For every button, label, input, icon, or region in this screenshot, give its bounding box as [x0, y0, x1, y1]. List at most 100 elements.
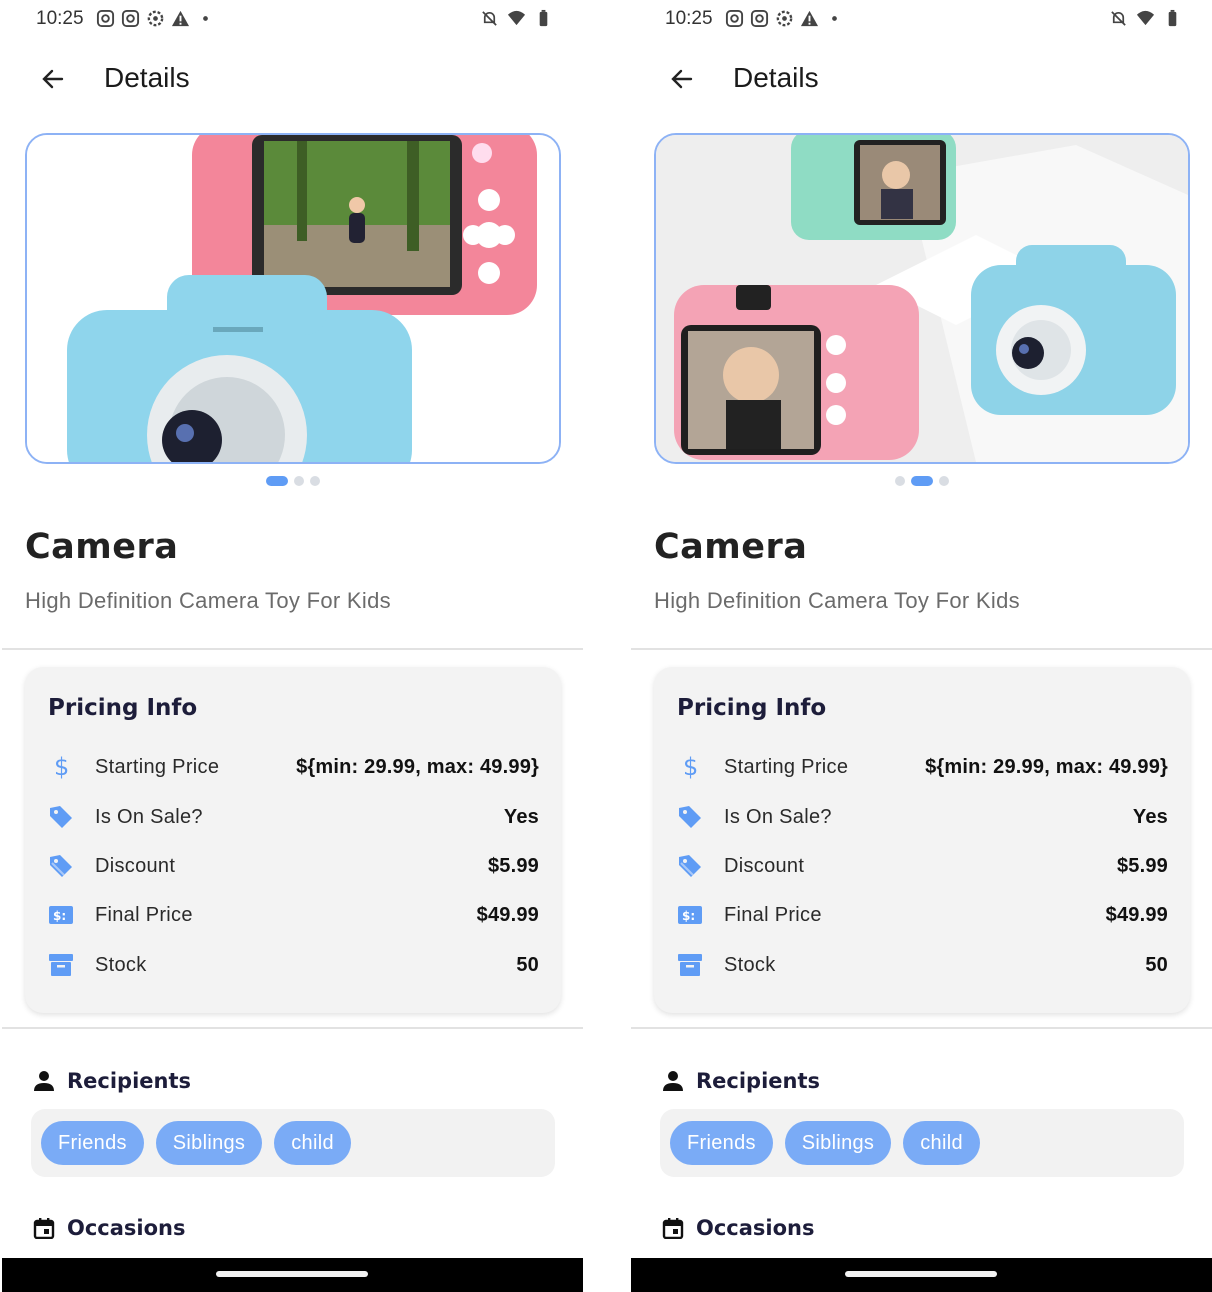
pricing-value: $49.99	[476, 903, 539, 926]
status-bar: 10:25	[631, 0, 1212, 38]
product-image-carousel[interactable]	[25, 133, 561, 464]
pricing-info-title: Pricing Info	[48, 695, 198, 721]
carousel-dot[interactable]	[309, 476, 320, 486]
occasions-heading: Occasions	[33, 1216, 186, 1240]
pricing-label: Is On Sale?	[724, 805, 832, 828]
svg-text:$: $	[54, 754, 69, 780]
carousel-dots	[2, 476, 583, 486]
tag-icon	[677, 804, 703, 830]
home-gesture-handle[interactable]	[216, 1271, 368, 1277]
occasions-heading: Occasions	[662, 1216, 815, 1240]
occasions-title: Occasions	[696, 1216, 815, 1240]
recipients-chip-list: Friends Siblings child	[660, 1109, 1184, 1177]
warning-icon	[800, 10, 819, 27]
instagram-icon	[121, 9, 140, 28]
pricing-row-on-sale: Is On Sale? Yes	[677, 801, 1168, 833]
notifications-off-icon	[1111, 11, 1126, 26]
battery-icon	[539, 9, 548, 27]
pricing-value: $5.99	[1116, 854, 1168, 877]
instagram-icon	[750, 9, 769, 28]
chip-friends[interactable]: Friends	[670, 1121, 773, 1165]
dot-icon	[203, 16, 208, 21]
pricing-row-stock: Stock 50	[677, 949, 1168, 981]
status-bar: 10:25	[2, 0, 583, 38]
pricing-label: Final Price	[95, 903, 193, 926]
wifi-icon	[1136, 10, 1155, 26]
pricing-label: Discount	[95, 854, 176, 877]
recipients-chip-list: Friends Siblings child	[31, 1109, 555, 1177]
chip-child[interactable]: child	[903, 1121, 980, 1165]
pricing-label: Is On Sale?	[95, 805, 203, 828]
status-time: 10:25	[36, 8, 84, 29]
instagram-icon	[725, 9, 744, 28]
carousel-dot-active[interactable]	[265, 476, 288, 486]
pricing-label: Starting Price	[95, 755, 220, 778]
chip-siblings[interactable]: Siblings	[784, 1121, 892, 1165]
pricing-row-final-price: $: Final Price $49.99	[48, 899, 539, 931]
pricing-value: $49.99	[1105, 903, 1168, 926]
divider	[631, 1027, 1212, 1029]
screens-container: 10:25 Details Camera High Definition Cam…	[0, 0, 1212, 1292]
chip-siblings[interactable]: Siblings	[155, 1121, 263, 1165]
pricing-row-discount: Discount $5.99	[677, 850, 1168, 882]
recipients-heading: Recipients	[33, 1069, 191, 1093]
carousel-dot-active[interactable]	[910, 476, 933, 486]
person-icon	[663, 1071, 683, 1091]
home-gesture-handle[interactable]	[845, 1271, 997, 1277]
product-image	[27, 135, 559, 462]
divider	[2, 1027, 583, 1029]
pricing-value: $5.99	[487, 854, 539, 877]
pricing-value: 50	[1145, 953, 1168, 976]
wifi-icon	[507, 10, 526, 26]
box-icon	[677, 952, 703, 978]
pricing-label: Stock	[724, 953, 776, 976]
carousel-dot[interactable]	[293, 476, 304, 486]
chip-child[interactable]: child	[274, 1121, 351, 1165]
warning-icon	[171, 10, 190, 27]
instagram-icon	[96, 9, 115, 28]
pricing-value: 50	[516, 953, 539, 976]
recipients-heading: Recipients	[662, 1069, 820, 1093]
discount-tag-icon	[48, 853, 74, 879]
dollar-icon: $	[677, 754, 703, 780]
arrow-left-icon	[671, 69, 693, 89]
system-nav-bar	[631, 1258, 1212, 1292]
phone-screen-2: 10:25 Details Camera High Definition Cam…	[631, 0, 1212, 1292]
pricing-label: Stock	[95, 953, 147, 976]
carousel-dots	[631, 476, 1212, 486]
box-icon	[48, 952, 74, 978]
page-title: Details	[733, 62, 819, 93]
person-icon	[34, 1071, 54, 1091]
carousel-dot[interactable]	[894, 476, 905, 486]
pricing-label: Discount	[724, 854, 805, 877]
pricing-row-discount: Discount $5.99	[48, 850, 539, 882]
product-description: High Definition Camera Toy For Kids	[25, 588, 391, 613]
calendar-icon	[33, 1218, 55, 1239]
calendar-icon	[662, 1218, 684, 1239]
dollar-icon: $	[48, 754, 74, 780]
chip-friends[interactable]: Friends	[41, 1121, 144, 1165]
back-button[interactable]	[665, 62, 699, 96]
dot-icon	[832, 16, 837, 21]
svg-text:$:: $:	[682, 909, 695, 923]
money-icon: $:	[677, 902, 703, 928]
pricing-info-card: Pricing Info $ Starting Price ${min: 29.…	[654, 667, 1190, 1013]
pricing-row-on-sale: Is On Sale? Yes	[48, 801, 539, 833]
product-image	[656, 135, 1188, 462]
carousel-dot[interactable]	[938, 476, 949, 486]
product-description: High Definition Camera Toy For Kids	[654, 588, 1020, 613]
pricing-value: Yes	[503, 805, 539, 828]
product-image-carousel[interactable]	[654, 133, 1190, 464]
svg-text:$:: $:	[53, 909, 66, 923]
settings-icon	[776, 10, 793, 27]
recipients-title: Recipients	[67, 1069, 192, 1093]
divider	[631, 648, 1212, 650]
back-button[interactable]	[36, 62, 70, 96]
tag-icon	[48, 804, 74, 830]
status-time: 10:25	[665, 8, 713, 29]
pricing-row-starting-price: $ Starting Price ${min: 29.99, max: 49.9…	[677, 751, 1168, 783]
discount-tag-icon	[677, 853, 703, 879]
occasions-title: Occasions	[67, 1216, 186, 1240]
arrow-left-icon	[42, 69, 64, 89]
settings-icon	[147, 10, 164, 27]
